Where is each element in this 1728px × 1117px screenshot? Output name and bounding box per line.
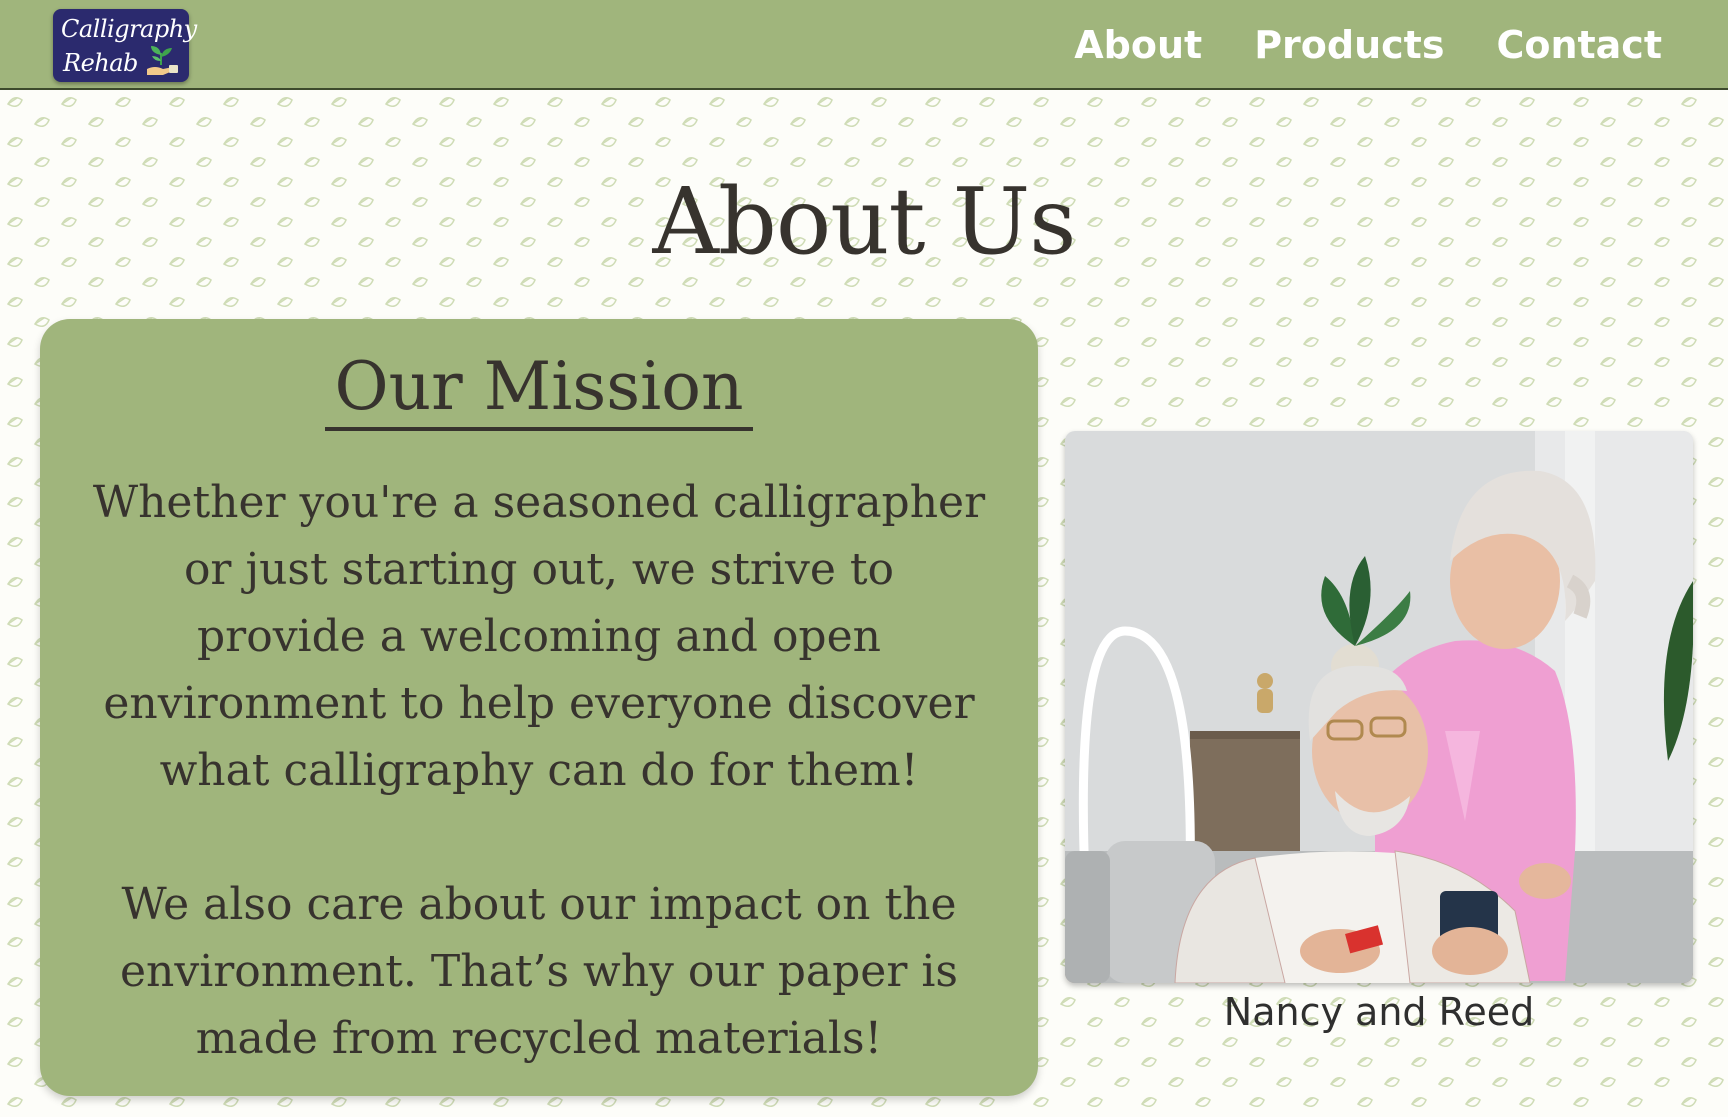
main-nav: About Products Contact [1074,0,1662,90]
nav-link-products[interactable]: Products [1254,23,1444,67]
logo-text-line2: Rehab [63,49,138,77]
logo-text-line1: Calligraphy [61,15,197,43]
sprout-in-hand-icon [147,46,178,75]
mission-paragraph-1: Whether you're a seasoned calligrapher o… [92,476,986,796]
photo-caption: Nancy and Reed [1223,990,1535,1034]
nav-link-contact[interactable]: Contact [1496,23,1662,67]
brand-logo[interactable]: Calligraphy Rehab [53,9,197,82]
mission-card: Our Mission Whether you're a seasoned ca… [40,319,1038,1096]
founders-photo [1065,431,1693,983]
nav-link-about[interactable]: About [1074,23,1202,67]
mission-heading: Our Mission [324,349,754,431]
founders-photo-illustration [1065,431,1693,983]
top-navbar: Calligraphy Rehab About Products Contact [0,0,1728,90]
mission-paragraph-2: We also care about our impact on the env… [119,878,959,1064]
page-title: About Us [652,168,1077,275]
